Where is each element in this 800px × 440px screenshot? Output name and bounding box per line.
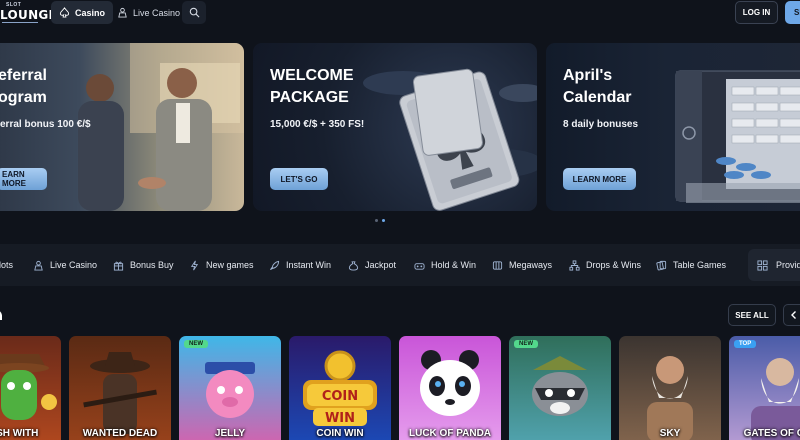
- section-icon: [0, 310, 2, 320]
- game-artwork: [0, 336, 61, 440]
- grid-icon: [757, 259, 768, 271]
- game-artwork: [179, 336, 281, 440]
- category-jackpot[interactable]: Jackpot: [348, 244, 396, 286]
- category-label: New games: [206, 260, 254, 270]
- new-badge: NEW: [184, 340, 208, 348]
- logo-main-text: LOUNGE: [0, 8, 58, 22]
- game-artwork: [729, 336, 800, 440]
- chevron-left-icon: [791, 311, 796, 319]
- providers-button[interactable]: Provid: [748, 249, 800, 281]
- category-label: lots: [0, 260, 14, 270]
- game-tile[interactable]: RUSH WITH: [0, 336, 61, 440]
- top-badge: TOP: [734, 340, 757, 348]
- banner-referral[interactable]: eferral ogram erral bonus 100 €/$ EARN M…: [0, 43, 244, 211]
- new-badge: NEW: [514, 340, 538, 348]
- category-label: Megaways: [509, 260, 553, 270]
- nav-live-casino-label: Live Casino: [133, 7, 181, 18]
- category-label: Bonus Buy: [130, 260, 174, 270]
- category-bar: lots Live Casino Bonus Buy New games Ins…: [0, 244, 800, 286]
- game-title: GATES OF OLY: [743, 428, 800, 439]
- nav-casino-label: Casino: [75, 7, 106, 18]
- category-label: Instant Win: [286, 260, 332, 270]
- game-title: LUCK OF PANDA: [408, 428, 492, 439]
- carousel-dot-active[interactable]: [382, 219, 385, 222]
- see-all-button[interactable]: SEE ALL: [728, 304, 776, 326]
- nav-casino[interactable]: Casino: [51, 1, 114, 24]
- megaways-icon: [492, 260, 503, 270]
- spade-icon: [59, 7, 70, 18]
- game-artwork: [69, 336, 171, 440]
- banner-title: eferral ogram: [0, 67, 47, 106]
- game-title: JELLY: [214, 428, 246, 439]
- nav-live-casino[interactable]: Live Casino: [109, 1, 188, 24]
- search-icon: [189, 7, 199, 18]
- category-label: Table Games: [673, 260, 727, 270]
- banner-title: WELCOME PACKAGE: [270, 67, 354, 106]
- game-tile[interactable]: LUCK OF PANDA: [399, 336, 501, 440]
- svg-text:WIN: WIN: [325, 411, 355, 426]
- game-tile[interactable]: WANTED DEAD: [69, 336, 171, 440]
- category-megaways[interactable]: Megaways: [492, 244, 552, 286]
- game-title: WANTED DEAD: [82, 428, 158, 439]
- game-title: SKY: [659, 428, 681, 439]
- game-tile[interactable]: COIN WIN COIN WIN: [289, 336, 391, 440]
- cards-icon: [656, 260, 667, 270]
- dealer-icon: [34, 260, 43, 271]
- game-tile[interactable]: SKY: [619, 336, 721, 440]
- game-tile[interactable]: NEW JELLY: [179, 336, 281, 440]
- category-bonus-buy[interactable]: Bonus Buy: [113, 244, 174, 286]
- banner-aprils-calendar[interactable]: April's Calendar 8 daily bonuses LEARN M…: [546, 43, 800, 211]
- casino-lobby: SLOT LOUNGE Casino Live Casino LOG IN SI: [0, 0, 800, 440]
- game-title: COIN WIN: [316, 428, 364, 439]
- search-button[interactable]: [182, 1, 206, 24]
- banner-subtitle: 15,000 €/$ + 350 FS!: [270, 119, 365, 130]
- category-instant-win[interactable]: Instant Win: [269, 244, 331, 286]
- lightning-icon: [190, 260, 199, 270]
- banner-lets-go-button[interactable]: LET'S GO: [270, 168, 328, 190]
- category-drops-and-wins[interactable]: Drops & Wins: [569, 244, 641, 286]
- carousel-dots: [375, 219, 385, 222]
- category-new-games[interactable]: New games: [189, 244, 254, 286]
- signup-button[interactable]: SI: [785, 1, 800, 24]
- logo-underline: [2, 22, 38, 23]
- dealer-icon: [118, 7, 127, 18]
- slot-lounge-logo[interactable]: SLOT LOUNGE: [0, 2, 57, 24]
- category-hold-and-win[interactable]: Hold & Win: [414, 244, 476, 286]
- category-label: Live Casino: [50, 260, 98, 270]
- game-artwork: [399, 336, 501, 440]
- game-artwork: [619, 336, 721, 440]
- banner-title: April's Calendar: [563, 67, 632, 106]
- carousel-dot[interactable]: [375, 219, 378, 222]
- joystick-icon: [414, 262, 425, 270]
- login-button[interactable]: LOG IN: [735, 1, 778, 24]
- rocket-icon: [270, 260, 280, 270]
- banner-subtitle: 8 daily bonuses: [563, 119, 639, 130]
- money-bag-icon: [348, 260, 359, 271]
- category-table-games[interactable]: Table Games: [656, 244, 726, 286]
- game-tile[interactable]: NEW: [509, 336, 611, 440]
- game-title: RUSH WITH: [0, 428, 39, 439]
- category-label: Drops & Wins: [586, 260, 642, 270]
- providers-label: Provid: [776, 260, 800, 270]
- game-artwork: COIN WIN: [289, 336, 391, 440]
- category-live-casino[interactable]: Live Casino: [33, 244, 97, 286]
- category-slots[interactable]: lots: [0, 244, 13, 286]
- game-artwork: [509, 336, 611, 440]
- drops-icon: [569, 259, 580, 271]
- top-header: SLOT LOUNGE Casino Live Casino LOG IN SI: [0, 0, 800, 26]
- banner-welcome-package[interactable]: WELCOME PACKAGE 15,000 €/$ + 350 FS! LET…: [253, 43, 537, 211]
- carousel-prev-button[interactable]: [783, 304, 800, 326]
- banner-subtitle: erral bonus 100 €/$: [0, 119, 91, 130]
- game-tile[interactable]: TOP GATES OF OLY: [729, 336, 800, 440]
- banner-learn-more-button[interactable]: EARN MORE: [0, 168, 47, 190]
- category-label: Hold & Win: [431, 260, 477, 270]
- gift-icon: [113, 261, 124, 271]
- banner-learn-more-button[interactable]: LEARN MORE: [563, 168, 636, 190]
- category-label: Jackpot: [365, 260, 397, 270]
- svg-text:COIN: COIN: [322, 389, 358, 404]
